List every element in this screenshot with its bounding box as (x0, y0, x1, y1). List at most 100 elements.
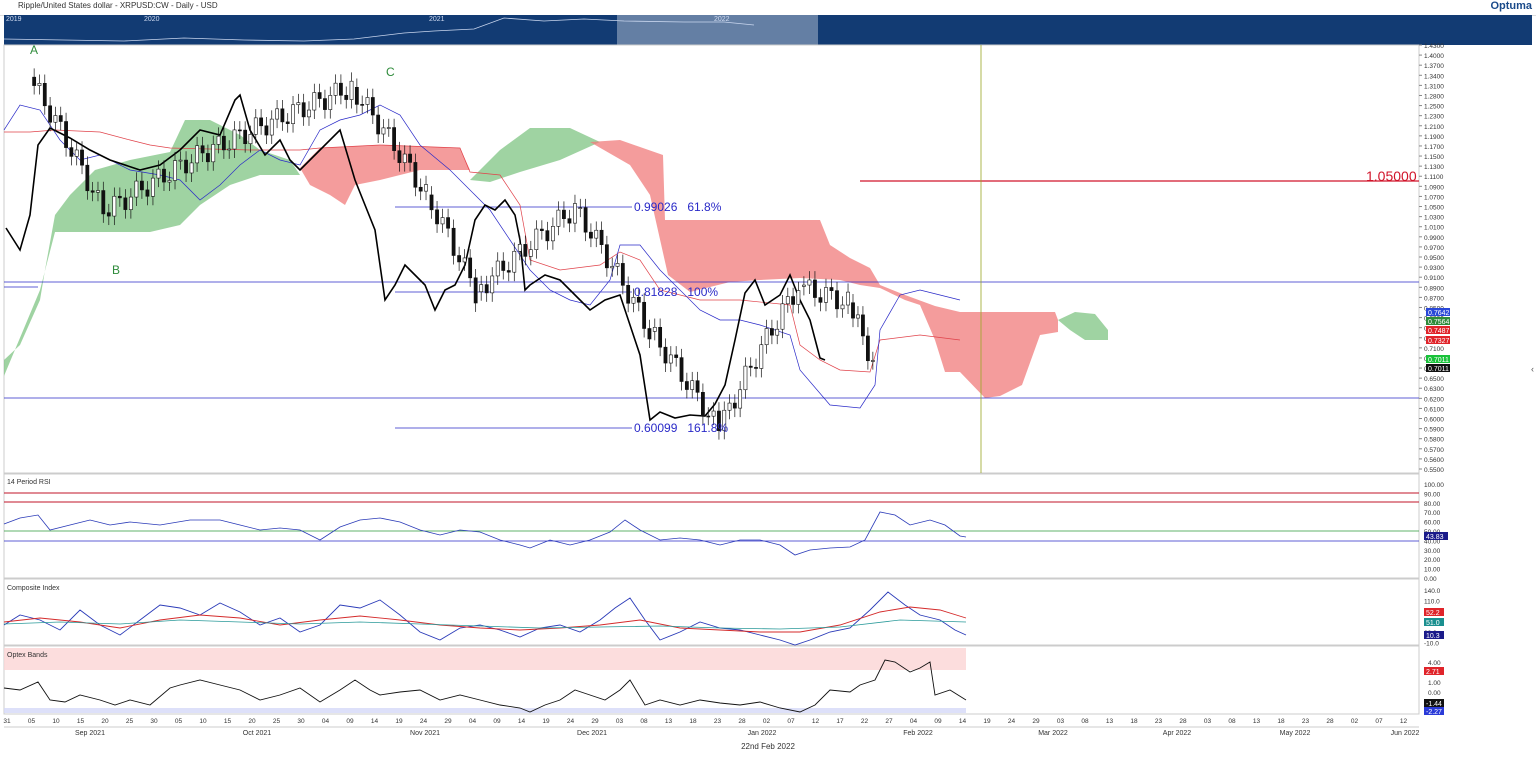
candle-body (323, 98, 327, 110)
candle-body (69, 147, 74, 157)
candle-body (764, 328, 769, 346)
candle-body (490, 275, 495, 294)
candle-body (32, 76, 37, 86)
candle-body (545, 230, 550, 242)
candle-body (221, 135, 226, 151)
candle-body (200, 145, 205, 154)
candle-body (695, 380, 700, 393)
candle-body (620, 263, 625, 286)
candle-body (567, 218, 572, 224)
target-label: 1.05000 (1366, 168, 1417, 184)
candle-body (227, 148, 232, 151)
candle-body (604, 244, 609, 269)
price-badge-text: 0.7487 (1428, 328, 1450, 335)
candle-body (360, 104, 365, 106)
x-tick-day: 18 (689, 718, 697, 725)
candle-body (484, 284, 489, 294)
rsi-tick: 60.00 (1424, 520, 1441, 527)
x-tick-day: 24 (567, 718, 575, 725)
candle-body (85, 164, 90, 192)
candle-body (652, 327, 657, 332)
x-tick-month: Jun 2022 (1391, 730, 1420, 737)
price-tick: 1.2800 (1424, 93, 1444, 100)
candle-body (112, 195, 117, 217)
candle-body (211, 144, 216, 163)
price-tick: 1.3700 (1424, 63, 1444, 70)
rsi-tick: 90.00 (1424, 491, 1441, 498)
x-tick-day: 10 (52, 718, 60, 725)
candle-body (583, 207, 588, 233)
x-tick-day: 03 (616, 718, 624, 725)
x-tick-day: 29 (1032, 718, 1040, 725)
x-tick-month: Dec 2021 (577, 730, 607, 737)
candle-body (167, 180, 172, 183)
candle-body (727, 402, 732, 411)
x-tick-day: 09 (346, 718, 354, 725)
x-tick-day: 28 (1326, 718, 1334, 725)
candle-body (589, 231, 593, 239)
candle-body (408, 153, 412, 163)
x-tick-day: 14 (371, 718, 379, 725)
candle-body (275, 108, 279, 120)
candle-body (711, 410, 716, 417)
candle-body (556, 209, 561, 227)
x-tick-day: 08 (1081, 718, 1089, 725)
x-tick-day: 08 (640, 718, 648, 725)
candle-body (550, 226, 555, 242)
price-tick: 0.9700 (1424, 245, 1444, 252)
rsi-tick: 10.00 (1424, 567, 1441, 574)
candle-body (145, 189, 150, 197)
candle-body (392, 127, 397, 151)
candle-body (344, 94, 349, 100)
candle-body (813, 279, 817, 298)
x-axis-days: 31 05 10 15 20 25 30 05 10 15 20 25 30 04 09 14 19 24 29 04… (3, 718, 1407, 725)
x-tick-day: 08 (1228, 718, 1236, 725)
candle-body (237, 129, 242, 132)
candle-body (128, 196, 133, 210)
candle-body (259, 117, 264, 127)
candle-body (232, 129, 237, 150)
candle-body (53, 115, 58, 123)
x-tick-day: 31 (3, 718, 11, 725)
price-tick: 0.9100 (1424, 275, 1444, 282)
candle-body (189, 162, 194, 174)
candle-body (80, 149, 84, 166)
candle-body (626, 285, 631, 304)
candle-body (754, 367, 758, 369)
candle-body (123, 197, 128, 210)
candle-body (861, 314, 865, 337)
composite-title: Composite Index (7, 585, 60, 592)
x-tick-day: 30 (150, 718, 158, 725)
rsi-tick: 30.00 (1424, 548, 1441, 555)
wave-label-b: B (112, 263, 120, 277)
candle-body (791, 296, 795, 305)
candle-body (706, 415, 711, 418)
x-tick-month: Feb 2022 (903, 730, 933, 737)
price-tick: 0.7100 (1424, 346, 1444, 353)
candle-body (770, 328, 774, 336)
composite-badge-text: 52.2 (1426, 610, 1440, 617)
x-tick-month: Nov 2021 (410, 730, 440, 737)
price-tick: 1.1900 (1424, 134, 1444, 141)
x-tick-day: 15 (224, 718, 232, 725)
candle-body (562, 209, 566, 219)
fib-label-1618: 0.60099 161.8% (634, 421, 728, 435)
price-tick: 0.6000 (1424, 417, 1444, 424)
x-tick-day: 05 (28, 718, 36, 725)
candle-body (96, 190, 100, 193)
optex-tick: 1.00 (1428, 680, 1441, 687)
collapse-panel-icon[interactable]: ‹ (1531, 364, 1534, 374)
chart-svg[interactable]: A B C 1.05000 0.99026 61.8% 0.81828 100%… (0, 0, 1536, 759)
candle-body (674, 354, 679, 358)
candle-body (253, 117, 258, 135)
candle-body (446, 217, 450, 229)
candle-body (846, 291, 850, 306)
candle-body (269, 118, 274, 136)
x-tick-day: 20 (101, 718, 109, 725)
rsi-badge-text: 43.83 (1426, 534, 1444, 541)
candle-body (610, 266, 615, 269)
candle-body (264, 125, 269, 136)
x-tick-month: Sep 2021 (75, 730, 105, 737)
x-tick-day: 15 (77, 718, 85, 725)
x-tick-day: 23 (1302, 718, 1310, 725)
